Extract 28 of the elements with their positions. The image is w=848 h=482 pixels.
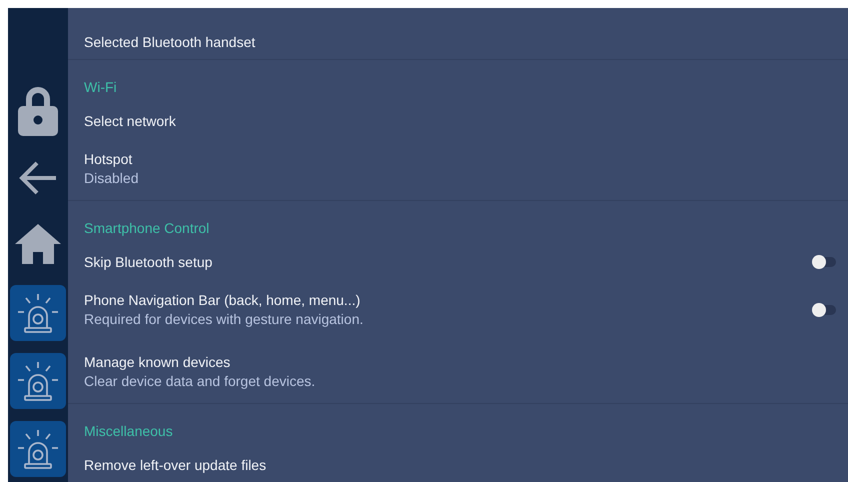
row-title: Hotspot — [84, 150, 134, 169]
section-header: Smartphone Control — [84, 220, 210, 236]
toggle-switch[interactable] — [812, 303, 836, 317]
alarm-button[interactable] — [10, 421, 66, 477]
home-icon[interactable] — [15, 224, 61, 264]
row-title: Remove left-over update files — [84, 456, 268, 474]
alarm-button[interactable] — [10, 285, 66, 341]
row-subtitle: Required for devices with gesture navigation. — [84, 310, 364, 329]
section-header: Miscellaneous — [84, 423, 173, 439]
back-arrow-icon[interactable] — [18, 160, 58, 196]
settings-row[interactable]: Phone Navigation Bar (back, home, menu...) Required for devices with gesture navigation. — [68, 279, 848, 341]
lock-icon[interactable] — [18, 86, 58, 136]
settings-row[interactable]: Manage known devices Clear device data and forget devices. — [68, 341, 848, 403]
settings-row[interactable]: Remove left-over update files — [68, 448, 848, 482]
row-title: Select network — [84, 112, 177, 130]
row-title: Phone Navigation Bar (back, home, menu...) — [84, 291, 362, 310]
settings-row[interactable]: Hotspot Disabled — [68, 138, 848, 200]
row-subtitle: Clear device data and forget devices. — [84, 372, 316, 391]
section-header: Wi-Fi — [84, 79, 117, 95]
settings-row[interactable]: Skip Bluetooth setup — [68, 245, 848, 279]
row-title: Selected Bluetooth handset — [84, 32, 256, 52]
row-title: Skip Bluetooth setup — [84, 252, 214, 272]
toggle-switch[interactable] — [812, 255, 836, 269]
settings-row[interactable]: Selected Bluetooth handset — [68, 25, 848, 59]
row-title: Manage known devices — [84, 353, 232, 372]
settings-row[interactable]: Select network — [68, 104, 848, 138]
alarm-button[interactable] — [10, 353, 66, 409]
row-subtitle: Disabled — [84, 169, 140, 188]
